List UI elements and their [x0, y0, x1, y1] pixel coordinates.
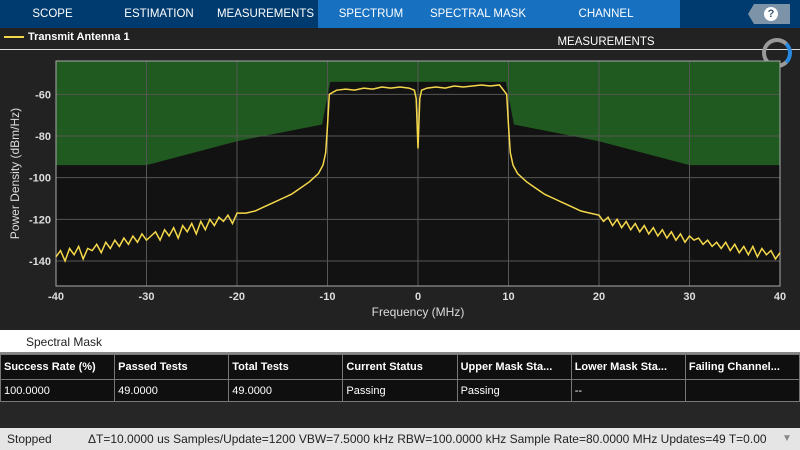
table-cell: Passing [342, 379, 458, 402]
spectral-mask-table: Success Rate (%) Passed Tests Total Test… [0, 352, 800, 428]
table-header-row: Success Rate (%) Passed Tests Total Test… [0, 354, 800, 380]
column-header[interactable]: Current Status [342, 354, 458, 380]
legend-line-swatch [4, 36, 24, 38]
y-tick-label: -140 [29, 256, 51, 268]
x-axis-label: Frequency (MHz) [372, 305, 465, 319]
legend[interactable]: Transmit Antenna 1 [4, 31, 130, 43]
column-header[interactable]: Lower Mask Sta... [570, 354, 686, 380]
x-tick-label: -20 [229, 291, 245, 303]
column-header[interactable]: Upper Mask Sta... [456, 354, 572, 380]
help-button[interactable]: ? [748, 4, 790, 24]
toolstrip-tabs: SCOPE ESTIMATION MEASUREMENTS SPECTRUM S… [0, 0, 800, 48]
tab-channel-measurements[interactable]: CHANNEL MEASUREMENTS [532, 0, 680, 48]
y-tick-label: -120 [29, 214, 51, 226]
table-cell: 49.0000 [114, 379, 230, 402]
table-cell: -- [570, 379, 686, 402]
tab-estimation[interactable]: ESTIMATION [105, 0, 213, 28]
column-header[interactable]: Total Tests [228, 354, 344, 380]
x-tick-label: -30 [139, 291, 155, 303]
x-tick-label: 30 [683, 291, 695, 303]
legend-label: Transmit Antenna 1 [28, 31, 130, 43]
table-cell: 100.0000 [0, 379, 116, 402]
status-info: ΔT=10.0000 us Samples/Update=1200 VBW=7.… [88, 432, 767, 446]
y-tick-label: -100 [29, 173, 51, 185]
help-icon: ? [764, 7, 778, 21]
y-tick-label: -60 [35, 89, 51, 101]
table-cell: 49.0000 [228, 379, 344, 402]
column-header[interactable]: Failing Channel... [684, 354, 800, 380]
x-tick-label: -40 [48, 291, 64, 303]
status-expand-icon[interactable]: ▼ [782, 428, 792, 450]
tab-measurements[interactable]: MEASUREMENTS [213, 0, 318, 28]
column-header[interactable]: Success Rate (%) [0, 354, 116, 380]
tab-scope[interactable]: SCOPE [0, 0, 105, 28]
x-tick-label: 0 [415, 291, 421, 303]
table-row: 100.0000 49.0000 49.0000 Passing Passing… [0, 379, 800, 402]
tab-spectral-mask[interactable]: SPECTRAL MASK [424, 0, 532, 28]
y-axis-label: Power Density (dBm/Hz) [8, 108, 22, 239]
x-tick-label: 10 [502, 291, 514, 303]
x-tick-label: 40 [774, 291, 786, 303]
spectrum-plot[interactable]: -40 -30 -20 -10 0 10 20 30 40-60-80-100-120-140F… [0, 50, 800, 330]
y-tick-label: -80 [35, 131, 51, 143]
x-tick-label: -10 [320, 291, 336, 303]
x-tick-label: 20 [593, 291, 605, 303]
table-cell [684, 379, 800, 402]
panel-title: Spectral Mask [0, 330, 800, 352]
column-header[interactable]: Passed Tests [114, 354, 230, 380]
status-bar: Stopped ΔT=10.0000 us Samples/Update=120… [0, 428, 800, 450]
table-cell: Passing [456, 379, 572, 402]
status-state: Stopped [7, 432, 52, 446]
tab-spectrum[interactable]: SPECTRUM [318, 0, 424, 28]
